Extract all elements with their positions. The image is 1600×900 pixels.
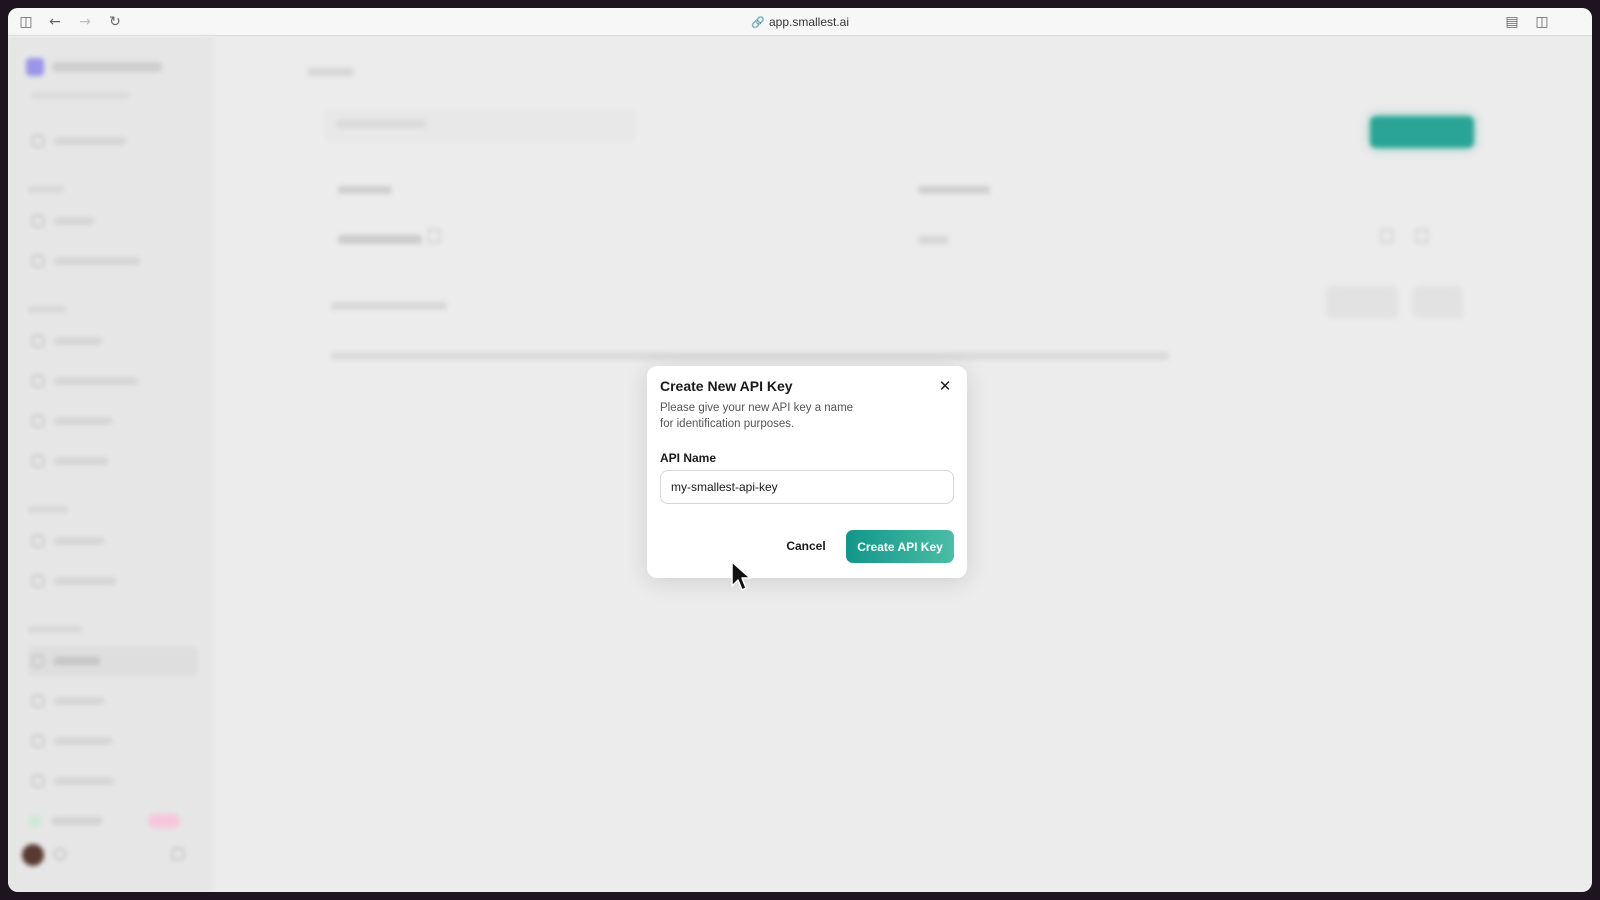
nav-icon [32, 455, 44, 467]
dialog-description: Please give your new API key a name for … [660, 402, 854, 430]
nav-placeholder [54, 457, 108, 465]
org-sub [30, 92, 130, 99]
sidebar-item [28, 686, 198, 716]
dialog-title: Create New API Key [660, 378, 793, 394]
sidebar-item [28, 246, 198, 276]
next-button [1413, 286, 1463, 318]
nav-section [28, 306, 66, 313]
api-name-label: API Name [660, 451, 717, 465]
nav-icon [32, 655, 44, 667]
column-header-name [338, 186, 392, 194]
column-header-time [918, 186, 990, 194]
nav-icon [32, 215, 44, 227]
nav-icon [32, 775, 44, 787]
nav-placeholder [52, 817, 102, 825]
collapse-icon [172, 848, 184, 860]
nav-placeholder [54, 697, 104, 705]
search-input [325, 110, 635, 140]
close-icon[interactable]: ✕ [937, 378, 953, 394]
sidebar-item [28, 566, 198, 596]
org-name [52, 62, 162, 72]
nav-placeholder [54, 337, 102, 345]
nav-placeholder [54, 657, 100, 665]
row-time [918, 236, 948, 244]
info-text [331, 352, 1169, 360]
sidebar-item [28, 366, 198, 396]
nav-icon [32, 135, 44, 147]
cancel-button[interactable]: Cancel [774, 530, 838, 562]
address-bar[interactable]: 🔗 app.smallest.ai [8, 15, 1592, 29]
sidebar-item [28, 206, 198, 236]
nav-icon [32, 535, 44, 547]
api-name-input[interactable] [660, 470, 954, 504]
org-switcher [26, 58, 162, 76]
sidebar-item [28, 526, 198, 556]
sidebar-item [28, 126, 198, 156]
nav-placeholder [54, 417, 112, 425]
nav-icon [32, 735, 44, 747]
sidebar-item [28, 326, 198, 356]
breadcrumb [308, 68, 354, 76]
create-api-key-button-bg [1370, 116, 1474, 148]
sidebar-item-active [28, 646, 198, 676]
user-avatar [22, 844, 44, 866]
sidebar-item [28, 766, 198, 796]
row-action-icon [1416, 229, 1428, 243]
copy-icon [428, 229, 440, 243]
pager-text [331, 302, 447, 310]
nav-placeholder [54, 537, 104, 545]
nav-icon [32, 575, 44, 587]
create-api-key-dialog: Create New API Key ✕ Please give your ne… [647, 366, 967, 578]
sidebar-item [28, 726, 198, 756]
nav-icon [32, 335, 44, 347]
nav-icon [32, 415, 44, 427]
new-badge [148, 814, 180, 828]
nav-icon [32, 255, 44, 267]
nav-placeholder [54, 577, 116, 585]
sidebar-item [28, 406, 198, 436]
beta-icon [28, 814, 42, 828]
split-view-icon[interactable]: ◫ [1533, 13, 1551, 31]
nav-section [28, 186, 64, 193]
sidebar [8, 36, 213, 892]
sidebar-item [28, 446, 198, 476]
row-action-icon [1381, 229, 1393, 243]
link-icon: 🔗 [750, 16, 765, 29]
create-api-key-button[interactable]: Create API Key [846, 530, 954, 563]
url-text: app.smallest.ai [768, 15, 850, 29]
nav-icon [32, 695, 44, 707]
search-placeholder [336, 120, 426, 128]
mouse-pointer-icon [731, 561, 751, 591]
nav-placeholder [54, 217, 94, 225]
nav-placeholder [54, 737, 112, 745]
browser-toolbar: ◫ ← → ↻ 🔗 app.smallest.ai ▤ ◫ [8, 8, 1592, 36]
nav-placeholder [54, 257, 140, 265]
nav-section [28, 506, 68, 513]
beta-item [28, 814, 102, 828]
settings-icon [54, 848, 66, 860]
browser-window: ◫ ← → ↻ 🔗 app.smallest.ai ▤ ◫ Create New… [8, 8, 1592, 892]
nav-section [28, 626, 82, 633]
nav-placeholder [54, 777, 114, 785]
reader-icon[interactable]: ▤ [1503, 13, 1521, 31]
nav-placeholder [54, 377, 138, 385]
nav-icon [32, 375, 44, 387]
row-name [338, 235, 422, 244]
org-avatar [26, 58, 44, 76]
previous-button [1326, 286, 1398, 318]
nav-placeholder [54, 137, 126, 145]
